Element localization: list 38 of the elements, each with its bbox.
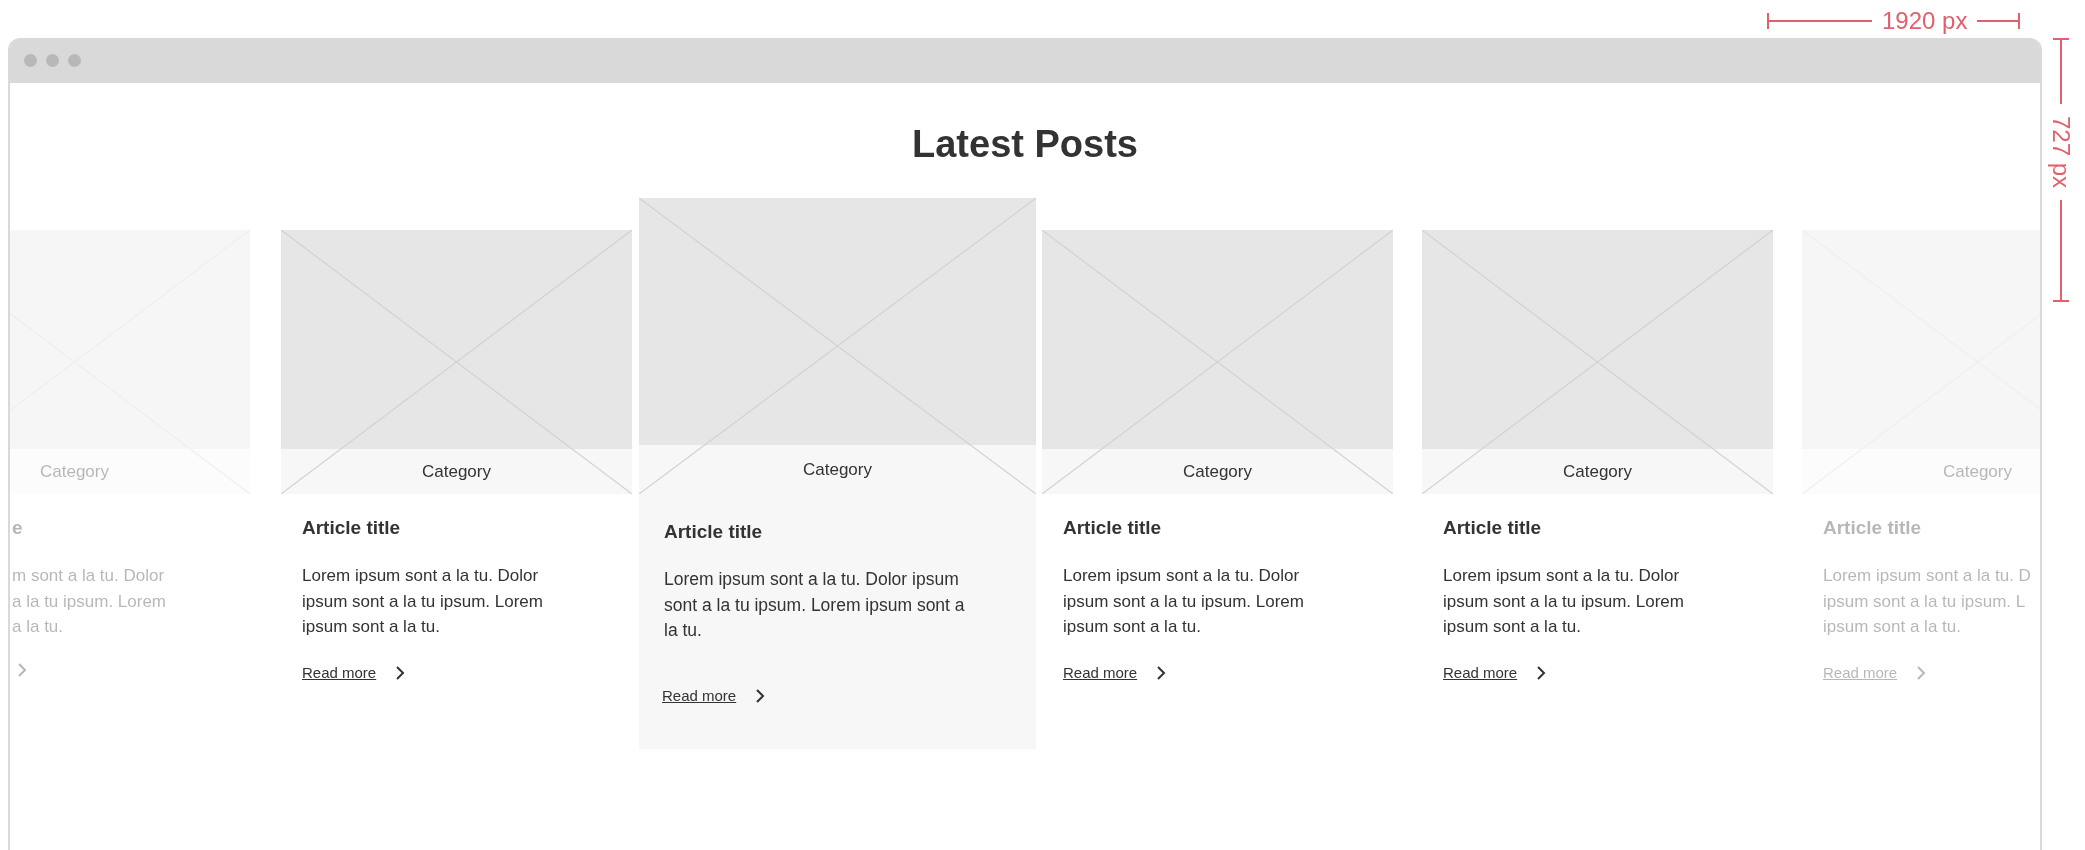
article-title: Article title bbox=[664, 520, 764, 544]
width-measurement: 1920 px bbox=[1882, 8, 1968, 34]
dimension-line bbox=[1977, 12, 2021, 30]
category-label: Category bbox=[802, 459, 873, 480]
window-dot-icon bbox=[46, 54, 59, 67]
chevron-right-icon[interactable] bbox=[394, 664, 407, 681]
dimension-line bbox=[2052, 38, 2070, 104]
category-label: Category bbox=[1562, 461, 1633, 482]
category-label: Category bbox=[421, 461, 492, 482]
article-title: Article title bbox=[1063, 516, 1163, 540]
article-title: Article title bbox=[1823, 516, 1923, 540]
read-more-link[interactable]: Read more bbox=[302, 661, 377, 684]
chevron-right-icon[interactable] bbox=[1535, 664, 1548, 681]
category-label: Category bbox=[39, 461, 110, 482]
chevron-right-icon[interactable] bbox=[1155, 664, 1168, 681]
article-title: Article title bbox=[1443, 516, 1543, 540]
excerpt-line: m sont a la tu. Dolor bbox=[12, 565, 166, 587]
article-title: e bbox=[12, 516, 24, 540]
read-more-link[interactable]: Read more bbox=[1063, 661, 1138, 684]
window-dot-icon bbox=[68, 54, 81, 67]
section-heading: Latest Posts bbox=[911, 122, 1139, 167]
category-label: Category bbox=[1942, 461, 2013, 482]
excerpt-line: ipsum sont a la tu ipsum. L bbox=[1823, 590, 2027, 613]
height-measurement: 727 px bbox=[2048, 115, 2074, 189]
category-label: Category bbox=[1182, 461, 1253, 482]
excerpt-line: ipsum sont a la tu. bbox=[1823, 616, 1962, 638]
article-excerpt: Lorem ipsum sont a la tu. Dolor ipsum sont a la tu ipsum. Lorem ipsum sont a la tu. bbox=[1443, 565, 1685, 638]
excerpt-line: a la tu ipsum. Lorem bbox=[12, 590, 167, 613]
article-excerpt: Lorem ipsum sont a la tu. Dolor ipsum sont a la tu ipsum. Lorem ipsum sont a la tu. bbox=[1063, 565, 1305, 638]
article-excerpt: Lorem ipsum sont a la tu. Dolor ipsum sont a la tu ipsum. Lorem ipsum sont a la tu. bbox=[302, 565, 544, 638]
article-title: Article title bbox=[302, 516, 402, 540]
window-dot-icon bbox=[24, 54, 37, 67]
read-more-link[interactable]: Read more bbox=[1443, 661, 1518, 684]
chevron-right-icon[interactable] bbox=[754, 687, 767, 704]
article-excerpt: Lorem ipsum sont a la tu. Dolor ipsum sont a la tu ipsum. Lorem ipsum sont a la tu. bbox=[664, 568, 966, 642]
excerpt-line: a la tu. bbox=[12, 616, 65, 638]
excerpt-line: Lorem ipsum sont a la tu. D bbox=[1823, 565, 2032, 587]
read-more-link[interactable]: Read more bbox=[662, 684, 737, 707]
